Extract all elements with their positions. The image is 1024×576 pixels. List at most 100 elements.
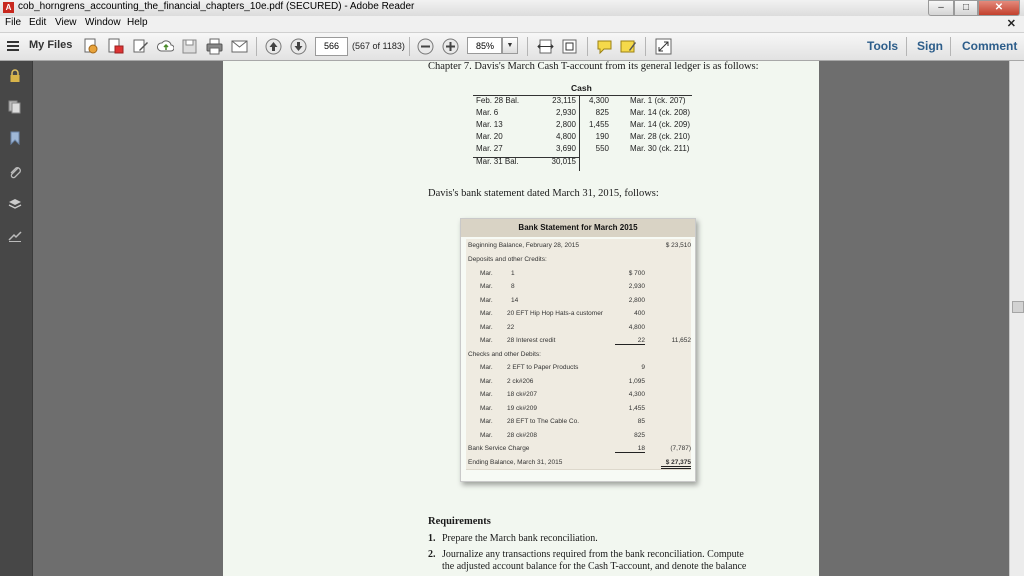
adobe-pdf-icon: A [3, 2, 14, 13]
t-left-amount: 2,800 [555, 120, 576, 129]
table-row: Checks and other Debits: [466, 347, 691, 362]
navigation-pane [0, 61, 33, 576]
cell-c2: 18 ck#207 [507, 391, 537, 398]
menu-file[interactable]: File [5, 17, 21, 28]
menu-window[interactable]: Window [85, 17, 121, 28]
cell-c2: 1 [511, 269, 515, 277]
t-right-label: Mar. 14 (ck. 209) [630, 120, 691, 129]
cell-c3: 2,800 [628, 296, 645, 304]
zoom-in-icon[interactable] [442, 38, 459, 55]
table-row: Mar. 8 2,930 [466, 280, 691, 295]
cell-c3: 18 [615, 445, 645, 453]
tools-pane-button[interactable]: Tools [867, 39, 898, 53]
requirement-text: the adjusted account balance for the Cas… [442, 561, 747, 572]
pages-icon[interactable] [8, 100, 22, 114]
email-icon[interactable] [231, 38, 248, 55]
page-number-input[interactable]: 566 [315, 37, 348, 56]
cell-c3: 85 [637, 418, 645, 425]
fit-page-icon[interactable] [561, 38, 578, 55]
layers-icon[interactable] [8, 197, 22, 211]
t-right-amount: 1,455 [588, 120, 609, 129]
close-window-button[interactable]: ✕ [978, 0, 1020, 16]
requirement-number: 2. [428, 549, 436, 560]
t-right-label: Mar. 28 (ck. 210) [630, 132, 691, 141]
cell-c1: Mar. [480, 377, 493, 385]
cell-c2: 28 EFT to The Cable Co. [507, 418, 580, 425]
previous-page-icon[interactable] [265, 38, 282, 55]
title-bar: A cob_horngrens_accounting_the_financial… [0, 0, 1024, 17]
signatures-icon[interactable] [8, 229, 22, 243]
requirement-item: 1. Prepare the March bank reconciliation. [428, 533, 598, 544]
table-row: Ending Balance, March 31, 2015 $ 27,375 [466, 455, 691, 470]
cell-c1: Mar. [480, 269, 493, 277]
t-left-label: Mar. 13 [476, 120, 503, 129]
print-icon[interactable] [206, 38, 223, 55]
hamburger-menu-icon[interactable] [6, 39, 20, 53]
save-icon[interactable] [181, 38, 198, 55]
table-row: Mar. 1 $ 700 [466, 266, 691, 281]
t-left-amount: 3,690 [555, 144, 576, 153]
cell-c2: 2 EFT to Paper Products [507, 364, 579, 371]
maximize-button[interactable]: □ [954, 0, 978, 16]
edit-pdf-icon[interactable] [132, 38, 149, 55]
cell-c4: (7,787) [670, 445, 691, 452]
comment-bubble-icon[interactable] [596, 38, 613, 55]
next-page-icon[interactable] [290, 38, 307, 55]
t-right-amount: 190 [595, 132, 609, 141]
cell-c2: 20 EFT Hip Hop Hats-a customer [507, 310, 603, 317]
cell-c2: 14 [511, 296, 519, 304]
cell-c2: 28 ck#208 [507, 431, 537, 439]
zoom-out-icon[interactable] [417, 38, 434, 55]
cell-c3: 4,300 [628, 391, 645, 398]
zoom-dropdown-chevron-icon[interactable]: ▼ [502, 37, 518, 54]
fullscreen-icon[interactable] [655, 38, 672, 55]
highlight-text-icon[interactable] [620, 38, 637, 55]
scrollbar-thumb[interactable] [1012, 301, 1024, 313]
requirement-text: Prepare the March bank reconciliation. [442, 533, 598, 544]
my-files-button[interactable]: My Files [29, 39, 72, 51]
table-row: Mar. 18 ck#207 4,300 [466, 388, 691, 403]
menu-edit[interactable]: Edit [29, 17, 46, 28]
t-right-amount: 4,300 [588, 96, 609, 105]
export-pdf-icon[interactable] [107, 38, 124, 55]
bank-statement-title: Bank Statement for March 2015 [461, 219, 695, 237]
cell-c3: 9 [641, 364, 645, 371]
cell-c3: 400 [634, 310, 645, 317]
table-row: Mar. 20 EFT Hip Hop Hats-a customer 400 [466, 307, 691, 322]
t-left-amount: 30,015 [551, 157, 576, 166]
attachment-icon[interactable] [8, 165, 22, 179]
cell-c2: 22 [507, 323, 515, 331]
menu-help[interactable]: Help [127, 17, 148, 28]
create-pdf-icon[interactable] [82, 38, 99, 55]
table-row: Mar. 14 2,800 [466, 293, 691, 308]
toolbar-separator [587, 37, 588, 56]
table-row: Mar. 22 4,800 [466, 320, 691, 335]
cloud-upload-icon[interactable] [157, 38, 174, 55]
requirement-number: 1. [428, 533, 436, 544]
lock-icon[interactable] [8, 69, 22, 83]
close-document-button[interactable]: ✕ [1007, 17, 1016, 30]
cell-c3: 825 [634, 431, 645, 439]
t-left-label: Mar. 31 Bal. [476, 157, 519, 166]
vertical-scrollbar[interactable] [1009, 61, 1024, 576]
fit-width-icon[interactable] [537, 38, 554, 55]
comment-pane-button[interactable]: Comment [962, 39, 1017, 53]
window-title: cob_horngrens_accounting_the_financial_c… [18, 1, 415, 12]
requirement-item: 2. Journalize any transactions required f… [428, 549, 744, 560]
cell-c3: 1,095 [628, 377, 645, 385]
toolbar-separator [527, 37, 528, 56]
menu-view[interactable]: View [55, 17, 77, 28]
minimize-button[interactable]: – [928, 0, 954, 16]
t-left-amount: 23,115 [552, 96, 576, 105]
table-row: Bank Service Charge 18 (7,787) [466, 442, 691, 457]
t-right-amount: 825 [595, 108, 609, 117]
t-left-amount: 4,800 [555, 132, 576, 141]
cell-c3: 22 [615, 337, 645, 345]
cell-c1: Deposits and other Credits: [468, 256, 547, 263]
zoom-level-input[interactable]: 85% [467, 37, 502, 54]
t-left-label: Mar. 27 [476, 144, 503, 153]
cell-c1: Mar. [480, 364, 493, 371]
sign-pane-button[interactable]: Sign [917, 39, 943, 53]
bookmark-icon[interactable] [8, 131, 22, 145]
t-left-amount: 2,930 [555, 108, 576, 117]
